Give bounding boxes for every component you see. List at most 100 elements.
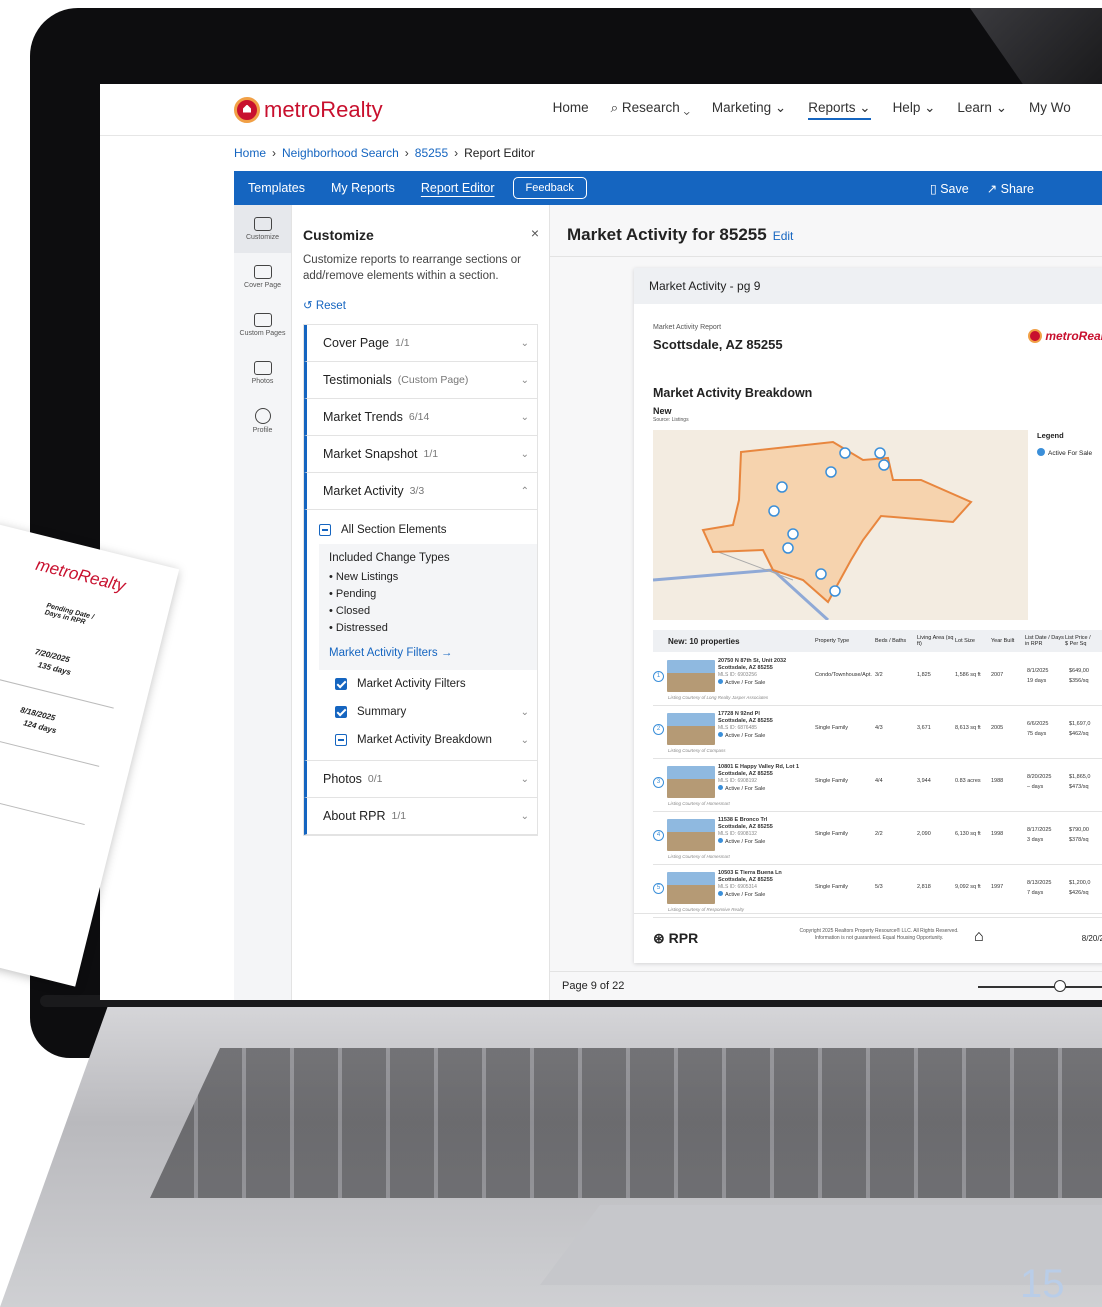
rail-custom-pages[interactable]: Custom Pages <box>234 301 291 349</box>
year-built: 2005 <box>991 725 1004 731</box>
all-section-elements-toggle[interactable]: All Section Elements <box>319 516 537 544</box>
col-list-date: List Date / Days in RPR <box>1025 635 1064 647</box>
breadcrumb-zip[interactable]: 85255 <box>415 146 448 160</box>
customize-description: Customize reports to rearrange sections … <box>303 254 521 282</box>
tab-my-reports[interactable]: My Reports <box>331 181 395 195</box>
section-photos[interactable]: Photos 0/1 ⌄ <box>304 761 537 798</box>
report-label: Market Activity Report <box>653 324 722 331</box>
rail-profile-label: Profile <box>252 427 273 434</box>
tab-report-editor[interactable]: Report Editor <box>421 181 495 195</box>
chevron-right-icon: › <box>454 146 459 160</box>
property-photo <box>667 713 715 745</box>
section-testimonials[interactable]: Testimonials (Custom Page) ⌄ <box>304 362 537 399</box>
chevron-down-icon[interactable]: ⌄ <box>521 774 529 785</box>
nav-help[interactable]: Help ⌄ <box>893 100 936 120</box>
zoom-slider[interactable] <box>978 980 1102 992</box>
grid-plus-icon <box>253 217 272 231</box>
listing-courtesy: Listing Courtesy of Long Realty Jasper A… <box>668 695 769 700</box>
chevron-up-icon[interactable]: ⌃ <box>521 486 529 497</box>
reset-button[interactable]: ↺ Reset <box>303 298 538 312</box>
address-line1: 20750 N 87th St, Unit 2032 <box>718 658 787 664</box>
source-label: Source: Listings <box>653 417 689 423</box>
table-row[interactable]: 2 17728 N 92nd Pl Scottsdale, AZ 85255 ML… <box>653 707 1102 759</box>
keyboard <box>150 1048 1102 1198</box>
lot-size: 9,092 sq ft <box>955 884 981 890</box>
section-cover-page[interactable]: Cover Page 1/1 ⌄ <box>304 325 537 362</box>
chevron-down-icon[interactable]: ⌄ <box>521 412 529 423</box>
section-count: 6/14 <box>408 411 430 423</box>
checkbox-checked-icon[interactable] <box>335 678 347 690</box>
undo-icon: ↺ <box>303 300 316 312</box>
property-photo <box>667 872 715 904</box>
close-icon[interactable]: × <box>531 225 539 241</box>
nav-reports-label: Reports <box>808 99 856 115</box>
market-activity-elements: All Section Elements Included Change Typ… <box>304 510 537 761</box>
house-logo-icon <box>234 96 260 123</box>
section-market-activity[interactable]: Market Activity 3/3 ⌃ <box>304 473 537 510</box>
table-title: New: 10 properties <box>668 636 740 646</box>
chevron-down-icon[interactable]: ⌄ <box>521 735 529 746</box>
checkbox-checked-icon[interactable] <box>335 706 347 718</box>
tab-templates[interactable]: Templates <box>248 181 305 195</box>
save-label: Save <box>940 181 969 196</box>
element-market-activity-breakdown[interactable]: Market Activity Breakdown ⌄ <box>319 726 537 754</box>
chevron-down-icon[interactable]: ⌄ <box>521 811 529 822</box>
chevron-down-icon[interactable]: ⌄ <box>521 375 529 386</box>
brand-logo[interactable]: metroRealty <box>234 96 383 123</box>
icon-rail: Customize Cover Page Custom Pages Photos… <box>234 205 292 1000</box>
listings-map[interactable] <box>653 430 1028 620</box>
listing-status: Active / For Sale <box>718 785 765 792</box>
section-about-rpr[interactable]: About RPR 1/1 ⌄ <box>304 798 537 835</box>
table-row[interactable]: 5 10503 E Tierra Buena Ln Scottsdale, AZ … <box>653 866 1102 918</box>
element-summary[interactable]: Summary ⌄ <box>319 698 537 726</box>
table-row[interactable]: 4 11538 E Bronco Trl Scottsdale, AZ 85255… <box>653 813 1102 865</box>
equal-housing-icon: ⌂ <box>974 928 984 945</box>
breadcrumb-neighborhood-search[interactable]: Neighborhood Search <box>282 146 399 160</box>
section-market-trends[interactable]: Market Trends 6/14 ⌄ <box>304 399 537 436</box>
included-change-types: Included Change Types • New Listings • P… <box>319 544 537 670</box>
property-photo <box>667 660 715 692</box>
breadcrumb-home[interactable]: Home <box>234 146 266 160</box>
mls-id: MLS ID: 6908132 <box>718 831 757 837</box>
days-in-rpr: 75 days <box>1027 731 1047 737</box>
page-indicator: Page 9 of 22 <box>562 980 625 992</box>
nav-marketing[interactable]: Marketing ⌄ <box>712 100 786 120</box>
market-activity-filters-link[interactable]: Market Activity Filters → <box>329 645 527 662</box>
property-photo <box>667 766 715 798</box>
edit-link[interactable]: Edit <box>773 229 794 243</box>
property-address: 11538 E Bronco Trl Scottsdale, AZ 85255 <box>718 817 773 831</box>
table-row[interactable]: 3 10801 E Happy Valley Rd, Lot 1 Scottsda… <box>653 760 1102 812</box>
profile-icon <box>254 408 271 424</box>
rail-cover-page[interactable]: Cover Page <box>234 253 291 301</box>
partial-checkbox-icon[interactable] <box>319 524 331 536</box>
table-row[interactable]: 1 20750 N 87th St, Unit 2032 Scottsdale, … <box>653 654 1102 706</box>
nav-reports[interactable]: Reports ⌄ <box>808 99 871 120</box>
nav-my-work[interactable]: My Wo <box>1029 100 1071 120</box>
nav-home[interactable]: Home <box>553 100 589 120</box>
rail-customize[interactable]: Customize <box>234 205 291 253</box>
nav-learn[interactable]: Learn ⌄ <box>957 100 1007 120</box>
listing-status: Active / For Sale <box>718 732 765 739</box>
partial-checkbox-icon[interactable] <box>335 734 347 746</box>
element-market-activity-filters[interactable]: Market Activity Filters <box>319 670 537 698</box>
share-button[interactable]: ↗ Share <box>987 181 1034 196</box>
chevron-right-icon: › <box>404 146 409 160</box>
share-icon: ↗ <box>986 181 1001 196</box>
nav-research[interactable]: ⌕ Research ⌄ <box>611 100 690 120</box>
slider-knob[interactable] <box>1054 980 1066 992</box>
chevron-down-icon[interactable]: ⌄ <box>521 338 529 349</box>
rail-photos[interactable]: Photos <box>234 349 291 397</box>
cover-page-icon <box>253 265 272 279</box>
element-label: Market Activity Breakdown <box>357 734 492 746</box>
feedback-button[interactable]: Feedback <box>512 177 587 199</box>
element-label: Market Activity Filters <box>357 678 466 690</box>
rail-profile[interactable]: Profile <box>234 397 291 445</box>
chevron-down-icon[interactable]: ⌄ <box>521 449 529 460</box>
save-button[interactable]: ▯ Save <box>930 181 969 196</box>
list-date: 8/17/2025 <box>1027 827 1052 833</box>
beds-baths: 4/4 <box>875 778 883 784</box>
reset-label: Reset <box>315 300 346 312</box>
chevron-down-icon[interactable]: ⌄ <box>521 707 529 718</box>
section-market-snapshot[interactable]: Market Snapshot 1/1 ⌄ <box>304 436 537 473</box>
price-per-sqft: $462/sq <box>1069 731 1089 737</box>
